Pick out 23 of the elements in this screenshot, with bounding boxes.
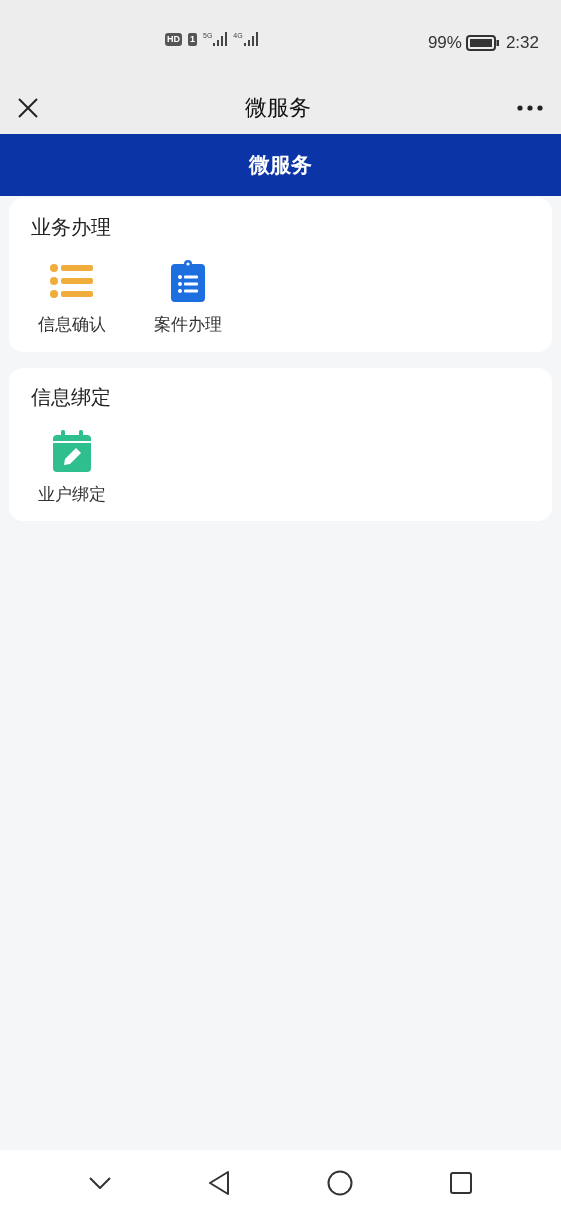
service-item[interactable]: 业户绑定 xyxy=(19,427,125,507)
section-title: 业务办理 xyxy=(31,215,112,240)
home-icon[interactable] xyxy=(327,1170,354,1196)
chevron-down-icon[interactable] xyxy=(88,1177,111,1189)
clipboard-icon xyxy=(170,259,206,303)
close-icon[interactable] xyxy=(18,97,38,118)
back-icon[interactable] xyxy=(207,1171,230,1195)
sim-badge: 1 xyxy=(188,33,197,46)
list-icon xyxy=(50,263,94,299)
more-icon[interactable] xyxy=(517,104,543,111)
page-title: 微服务 xyxy=(244,94,311,122)
clock-time: 2:32 xyxy=(505,32,539,54)
service-item[interactable]: 信息确认 xyxy=(19,258,125,338)
calendar-edit-icon xyxy=(52,428,92,473)
recents-icon[interactable] xyxy=(450,1172,473,1194)
battery-percent: 99% xyxy=(427,32,462,54)
hd-badge: HD xyxy=(165,33,182,46)
section-title: 信息绑定 xyxy=(31,384,112,410)
signal-icon xyxy=(243,32,258,46)
service-item[interactable]: 案件办理 xyxy=(135,258,241,338)
battery-icon xyxy=(465,34,500,51)
banner-title: 微服务 xyxy=(249,152,312,179)
signal-icon xyxy=(213,32,228,46)
